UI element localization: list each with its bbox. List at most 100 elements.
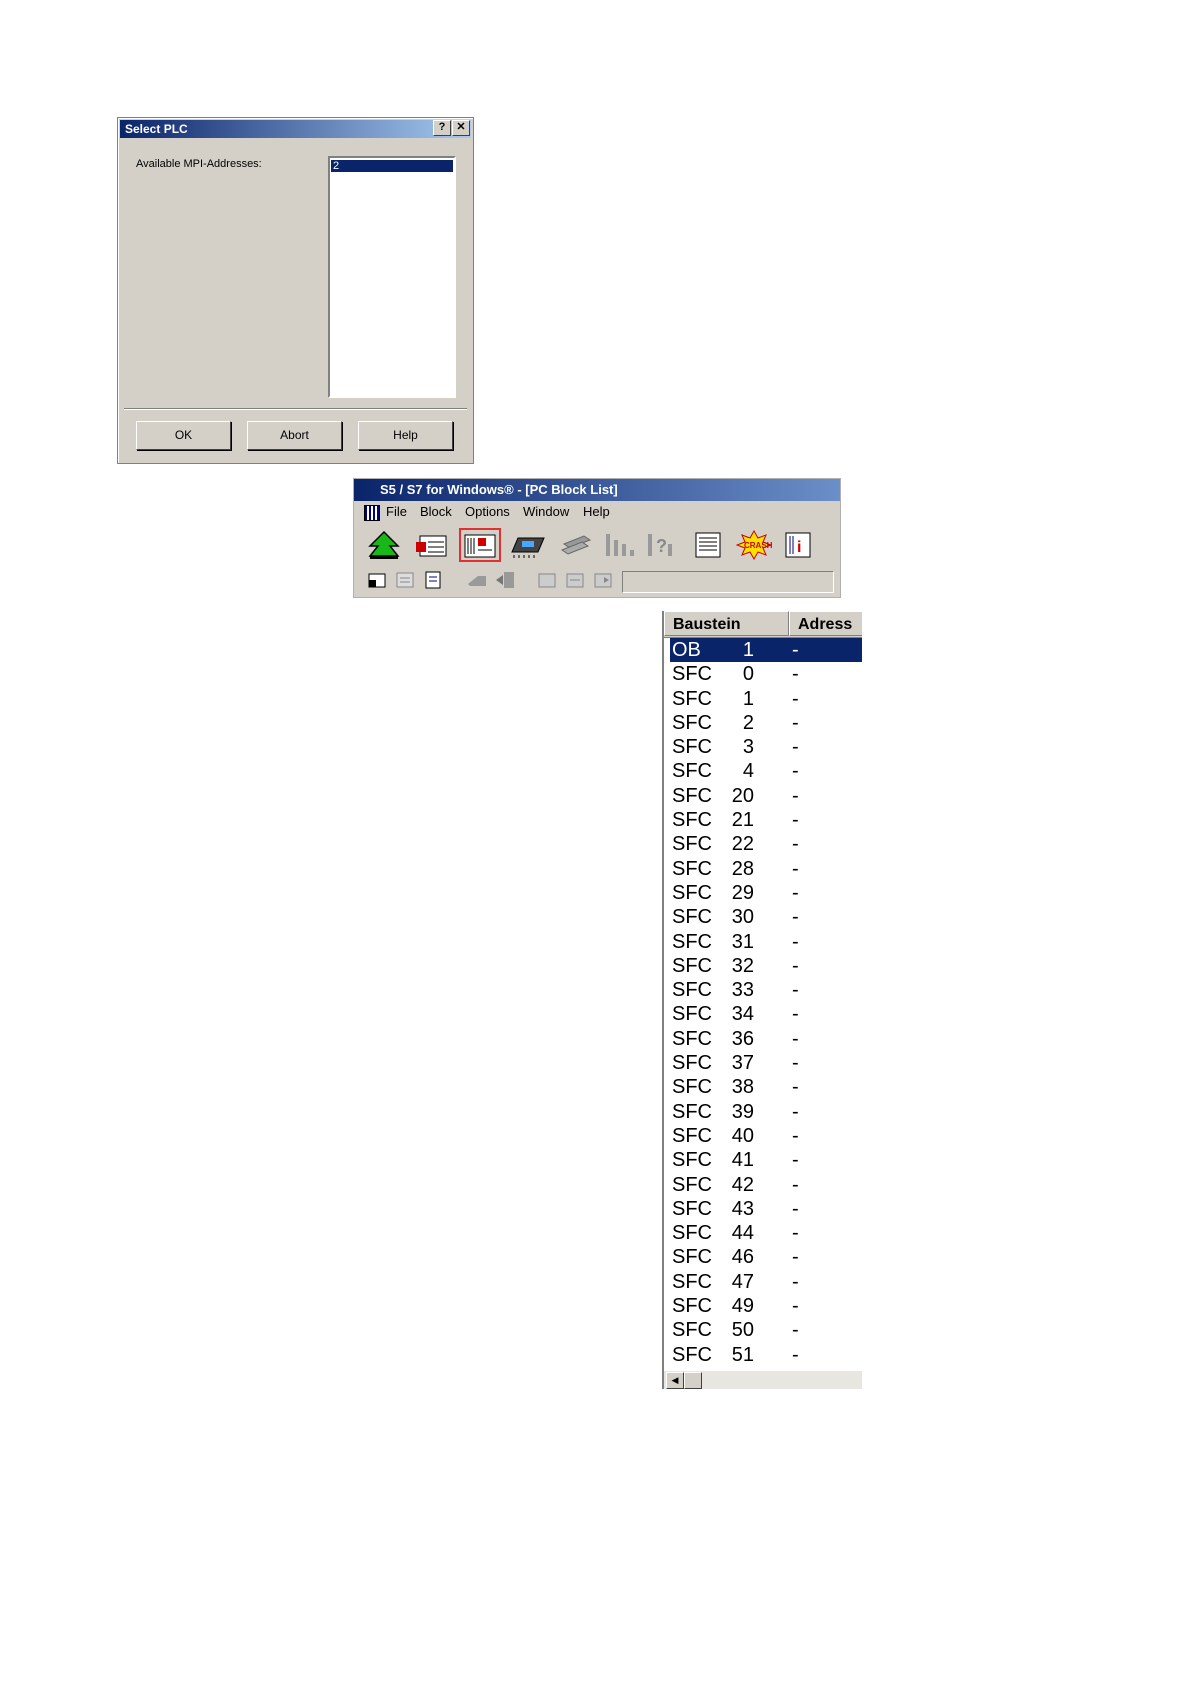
table-row[interactable]: SFC 30 -: [670, 905, 862, 929]
block-type: SFC: [672, 1100, 712, 1123]
table-row[interactable]: SFC 38 -: [670, 1075, 862, 1099]
help-button[interactable]: Help: [358, 421, 453, 450]
tool-d-icon[interactable]: [464, 569, 490, 591]
column-header-baustein[interactable]: Baustein: [664, 611, 789, 636]
table-header: Baustein Adress: [664, 611, 862, 638]
block-type: SFC: [672, 711, 712, 734]
block-type: SFC: [672, 736, 712, 759]
block-number: 34: [731, 1003, 754, 1026]
table-row[interactable]: SFC 36 -: [670, 1027, 862, 1051]
plc-block-list-icon[interactable]: [459, 528, 501, 562]
ok-button[interactable]: OK: [136, 421, 231, 450]
menu-window[interactable]: Window: [523, 501, 569, 523]
mpi-address-list[interactable]: 2: [328, 156, 456, 398]
column-header-adress[interactable]: Adress: [789, 611, 862, 636]
menu-block[interactable]: Block: [420, 501, 452, 523]
memory-card-icon[interactable]: [508, 529, 548, 561]
block-type: SFC: [672, 881, 712, 904]
table-row[interactable]: SFC 47 -: [670, 1270, 862, 1294]
block-number: 22: [731, 833, 754, 856]
block-address: -: [792, 1197, 799, 1220]
block-address: -: [792, 711, 799, 734]
table-row[interactable]: OB 1 -: [670, 638, 862, 663]
menu-options[interactable]: Options: [465, 501, 510, 523]
table-row[interactable]: SFC 44 -: [670, 1221, 862, 1245]
block-number: 30: [731, 906, 754, 929]
table-row[interactable]: SFC 37 -: [670, 1051, 862, 1075]
document-menu-icon[interactable]: [364, 505, 380, 521]
block-type: SFC: [672, 1295, 712, 1318]
table-row[interactable]: SFC 1 -: [670, 687, 862, 711]
block-number: 42: [731, 1173, 754, 1196]
block-number: 31: [731, 930, 754, 953]
table-row[interactable]: SFC 21 -: [670, 808, 862, 832]
tool-a-icon[interactable]: [364, 569, 390, 591]
block-number: 4: [742, 760, 754, 783]
block-address: -: [792, 930, 799, 953]
table-row[interactable]: SFC 3 -: [670, 735, 862, 759]
dialog-title: Select PLC: [120, 120, 471, 138]
table-row[interactable]: SFC 34 -: [670, 1002, 862, 1026]
tool-e-icon[interactable]: [492, 569, 518, 591]
block-number: 46: [731, 1246, 754, 1269]
block-address: -: [792, 1100, 799, 1123]
tool-g-icon[interactable]: [562, 569, 588, 591]
list-item[interactable]: 2: [330, 159, 454, 173]
tool-h-icon[interactable]: [590, 569, 616, 591]
block-number: 51: [731, 1343, 754, 1366]
tool-b-icon[interactable]: [392, 569, 418, 591]
table-row[interactable]: SFC 22 -: [670, 832, 862, 856]
block-number: 32: [731, 954, 754, 977]
plc-info-icon[interactable]: i: [778, 529, 818, 561]
block-number: 36: [731, 1027, 754, 1050]
table-row[interactable]: SFC 32 -: [670, 954, 862, 978]
table-row[interactable]: SFC 33 -: [670, 978, 862, 1002]
table-row[interactable]: SFC 31 -: [670, 930, 862, 954]
table-row[interactable]: SFC 20 -: [670, 784, 862, 808]
tool-f-icon[interactable]: [534, 569, 560, 591]
table-row[interactable]: SFC 43 -: [670, 1197, 862, 1221]
horizontal-scrollbar[interactable]: ◀: [664, 1370, 862, 1389]
block-number: 20: [731, 784, 754, 807]
block-address: -: [792, 906, 799, 929]
table-row[interactable]: SFC 42 -: [670, 1173, 862, 1197]
block-type: SFC: [672, 979, 712, 1002]
scroll-thumb[interactable]: [684, 1372, 702, 1389]
block-number: 29: [731, 881, 754, 904]
table-row[interactable]: SFC 29 -: [670, 881, 862, 905]
transfer-icon[interactable]: [556, 529, 596, 561]
block-type: SFC: [672, 1124, 712, 1147]
table-row[interactable]: SFC 40 -: [670, 1124, 862, 1148]
menu-help[interactable]: Help: [583, 501, 610, 523]
table-row[interactable]: SFC 2 -: [670, 711, 862, 735]
block-address: -: [792, 663, 799, 686]
main-window: S5 / S7 for Windows® - [PC Block List] F…: [353, 478, 841, 598]
close-icon[interactable]: ✕: [452, 120, 470, 136]
table-row[interactable]: SFC 0 -: [670, 662, 862, 686]
block-type: SFC: [672, 1343, 712, 1366]
table-row[interactable]: SFC 51 -: [670, 1343, 862, 1367]
table-row[interactable]: SFC 46 -: [670, 1245, 862, 1269]
scroll-left-icon[interactable]: ◀: [666, 1372, 684, 1389]
tool-c-icon[interactable]: [420, 569, 446, 591]
table-row[interactable]: SFC 41 -: [670, 1148, 862, 1172]
block-address: -: [792, 1052, 799, 1075]
table-row[interactable]: SFC 49 -: [670, 1294, 862, 1318]
menu-file[interactable]: File: [386, 501, 407, 523]
dialog-help-icon[interactable]: ?: [433, 120, 451, 136]
unknown-chart-icon[interactable]: ?: [642, 529, 682, 561]
abort-button[interactable]: Abort: [247, 421, 342, 450]
crash-icon[interactable]: CRASH: [734, 529, 774, 561]
block-number: 0: [742, 663, 754, 686]
table-row[interactable]: SFC 39 -: [670, 1100, 862, 1124]
document-icon[interactable]: [688, 529, 728, 561]
table-row[interactable]: SFC 4 -: [670, 759, 862, 783]
block-address: -: [792, 881, 799, 904]
pc-block-list-icon[interactable]: [412, 529, 452, 561]
table-row[interactable]: SFC 50 -: [670, 1318, 862, 1342]
table-row[interactable]: SFC 28 -: [670, 857, 862, 881]
upload-arrow-icon[interactable]: [364, 529, 404, 561]
block-number: 43: [731, 1197, 754, 1220]
bar-chart-icon[interactable]: [600, 529, 640, 561]
block-number: 49: [731, 1295, 754, 1318]
